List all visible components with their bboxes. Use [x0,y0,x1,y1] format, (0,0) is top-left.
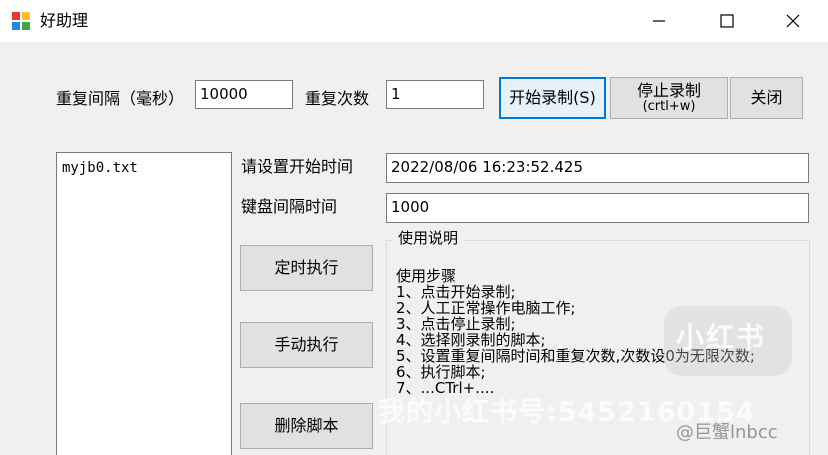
list-item[interactable]: myjb0.txt [62,159,138,177]
maximize-button[interactable] [696,0,758,42]
manual-run-button[interactable]: 手动执行 [240,322,373,368]
instruction-line: 1、点击开始录制; [396,283,516,301]
close-icon [786,14,800,28]
start-record-button[interactable]: 开始录制(S) [499,77,606,119]
close-window-button[interactable] [762,0,824,42]
stop-record-shortcut: (crtl+w) [642,99,696,114]
stop-record-label: 停止录制 [636,81,701,100]
watermark-badge-text: 小红书 [676,321,767,354]
instruction-line: 使用步骤 [396,267,457,285]
close-button[interactable]: 关闭 [730,77,803,119]
manual-run-label: 手动执行 [274,335,339,354]
count-label: 重复次数 [305,89,370,108]
minimize-button[interactable] [628,0,690,42]
stop-record-button[interactable]: 停止录制 (crtl+w) [610,77,728,119]
maximize-icon [720,14,734,28]
key-interval-input[interactable]: 1000 [386,193,809,223]
app-logo-icon [12,12,30,30]
start-record-label: 开始录制(S) [509,88,596,107]
interval-input[interactable]: 10000 [195,80,293,109]
delete-script-button[interactable]: 删除脚本 [240,403,373,449]
start-time-label: 请设置开始时间 [241,157,354,176]
delete-script-label: 删除脚本 [274,416,339,435]
scheduled-run-label: 定时执行 [274,258,339,277]
window-title: 好助理 [40,11,89,30]
instructions-title: 使用说明 [392,228,465,248]
script-list[interactable]: myjb0.txt [56,152,232,455]
key-interval-label: 键盘间隔时间 [241,197,338,216]
start-time-input[interactable]: 2022/08/06 16:23:52.425 [386,153,809,183]
count-input[interactable]: 1 [386,80,484,109]
watermark-credit: @巨蟹lnbcc [676,422,778,443]
minimize-icon [653,20,665,22]
interval-label: 重复间隔（毫秒） [56,89,185,108]
title-bar: 好助理 [0,0,828,42]
scheduled-run-button[interactable]: 定时执行 [240,245,373,291]
close-label: 关闭 [750,88,783,107]
